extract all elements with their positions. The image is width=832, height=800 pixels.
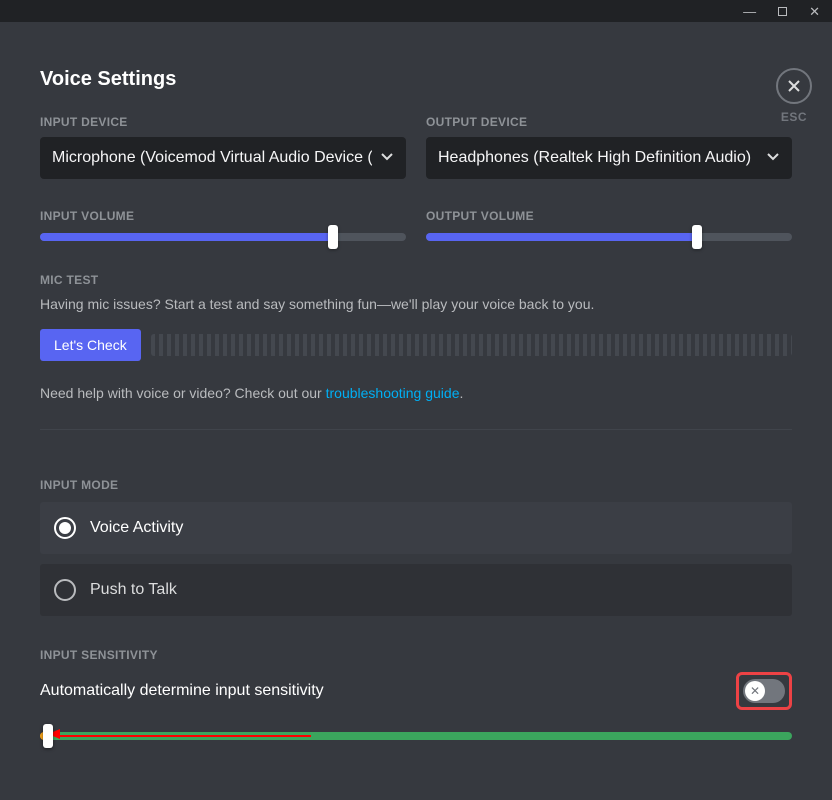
input-device-value: Microphone (Voicemod Virtual Audio Devic… [52,149,372,167]
close-icon [786,78,802,94]
radio-icon [54,517,76,539]
input-device-select[interactable]: Microphone (Voicemod Virtual Audio Devic… [40,137,406,179]
help-text: Need help with voice or video? Check out… [40,385,792,401]
window-controls: — ✕ [0,0,832,22]
esc-label: ESC [776,110,812,124]
output-device-select[interactable]: Headphones (Realtek High Definition Audi… [426,137,792,179]
auto-sensitivity-toggle[interactable]: ✕ [743,679,785,703]
mic-test-meter [151,334,792,356]
divider [40,429,792,430]
auto-sensitivity-label: Automatically determine input sensitivit… [40,682,324,700]
maximize-icon[interactable] [778,5,787,18]
toggle-off-icon: ✕ [750,684,760,698]
page-title: Voice Settings [40,68,792,91]
output-device-label: OUTPUT DEVICE [426,115,792,129]
input-mode-label: INPUT MODE [40,478,792,492]
output-volume-slider[interactable] [426,233,792,241]
sensitivity-slider[interactable] [40,732,792,740]
radio-icon [54,579,76,601]
input-volume-slider[interactable] [40,233,406,241]
close-window-icon[interactable]: ✕ [809,5,820,18]
output-device-value: Headphones (Realtek High Definition Audi… [438,149,758,167]
annotation-arrow [55,735,311,737]
mic-test-label: MIC TEST [40,273,792,287]
input-mode-option[interactable]: Voice Activity [40,502,792,554]
chevron-down-icon [380,149,394,168]
input-volume-label: INPUT VOLUME [40,209,406,223]
troubleshooting-link[interactable]: troubleshooting guide [326,385,460,401]
input-mode-option[interactable]: Push to Talk [40,564,792,616]
input-sensitivity-label: INPUT SENSITIVITY [40,648,792,662]
annotation-highlight: ✕ [736,672,792,710]
mic-test-desc: Having mic issues? Start a test and say … [40,295,792,315]
input-device-label: INPUT DEVICE [40,115,406,129]
close-button[interactable] [776,68,812,104]
output-volume-label: OUTPUT VOLUME [426,209,792,223]
input-mode-option-label: Voice Activity [90,519,183,537]
minimize-icon[interactable]: — [743,5,756,18]
chevron-down-icon [766,149,780,168]
mic-test-button[interactable]: Let's Check [40,329,141,361]
input-mode-option-label: Push to Talk [90,581,177,599]
